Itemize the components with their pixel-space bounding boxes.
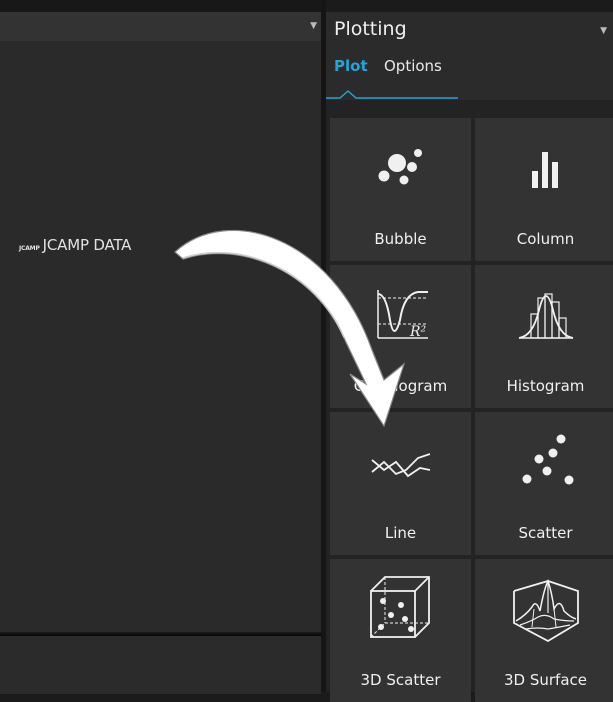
tile-label: Bubble xyxy=(374,230,427,248)
surface-3d-icon xyxy=(512,579,579,643)
scatter-3d-icon xyxy=(369,576,430,638)
tile-histogram[interactable]: Histogram xyxy=(475,265,613,408)
tile-label: Histogram xyxy=(506,377,585,395)
tile-label: Column xyxy=(516,230,575,248)
tile-scatter[interactable]: Scatter xyxy=(475,412,613,555)
tile-label: 3D Scatter xyxy=(360,671,441,689)
svg-text:R²: R² xyxy=(409,324,427,340)
panel-dropdown-icon[interactable]: ▼ xyxy=(600,26,607,36)
line-icon xyxy=(370,453,430,478)
jcamp-data-label: JCAMP DATA xyxy=(42,236,132,254)
plotting-header: Plotting ▼ Plot Options xyxy=(326,12,613,100)
tab-indicator xyxy=(326,90,458,99)
tile-bubble[interactable]: Bubble xyxy=(330,118,471,261)
workspace-footer xyxy=(0,634,321,694)
tile-correlogram[interactable]: R² Correlogram xyxy=(330,265,471,408)
correlogram-icon: R² xyxy=(376,290,428,340)
workspace-pane: ▼ JCAMP JCAMP DATA xyxy=(0,0,321,694)
workspace-header: ▼ xyxy=(0,12,321,41)
plotting-panel: Plotting ▼ Plot Options Bubble Column R²… xyxy=(326,12,613,702)
tile-line[interactable]: Line xyxy=(330,412,471,555)
workspace-body xyxy=(0,41,321,632)
jcamp-data-item[interactable]: JCAMP JCAMP DATA xyxy=(19,236,131,254)
workspace-dropdown-icon[interactable]: ▼ xyxy=(310,21,317,31)
tab-plot[interactable]: Plot xyxy=(334,57,368,75)
tile-column[interactable]: Column xyxy=(475,118,613,261)
tab-options[interactable]: Options xyxy=(384,57,442,75)
panel-title: Plotting xyxy=(334,18,407,40)
tile-label: Line xyxy=(384,524,417,542)
bubble-icon xyxy=(378,149,422,185)
tile-3d-surface[interactable]: 3D Surface xyxy=(475,559,613,702)
tile-label: Correlogram xyxy=(353,377,448,395)
tile-label: Scatter xyxy=(518,524,573,542)
histogram-icon xyxy=(518,293,573,339)
column-icon xyxy=(531,152,558,188)
tile-3d-scatter[interactable]: 3D Scatter xyxy=(330,559,471,702)
jcamp-icon: JCAMP xyxy=(19,245,40,252)
tile-label: 3D Surface xyxy=(503,671,587,689)
scatter-icon xyxy=(522,434,573,485)
